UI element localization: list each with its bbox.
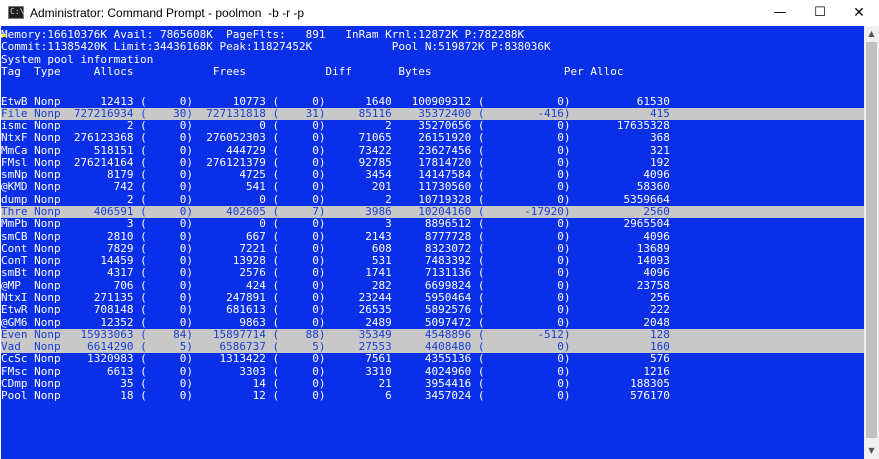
pool-row: smBt Nonp 4317 ( 0) 2576 ( 0) 1741 71311… — [1, 266, 670, 280]
pool-row: MmCa Nonp 518151 ( 0) 444729 ( 0) 73422 … — [1, 143, 670, 157]
pool-row: EtwR Nonp 708148 ( 0) 681613 ( 0) 26535 … — [1, 303, 670, 317]
console-header-line: System pool information — [1, 52, 154, 66]
window-title: Administrator: Command Prompt - poolmon … — [30, 6, 305, 20]
command-prompt-icon-label: C:\ — [10, 7, 25, 16]
pool-row: ConT Nonp 14459 ( 0) 13928 ( 0) 531 7483… — [1, 254, 670, 268]
command-prompt-window: C:\ Administrator: Command Prompt - pool… — [0, 0, 879, 459]
scroll-up-button[interactable]: ▲ — [864, 28, 879, 40]
pool-row-highlighted: Vad Nonp 6614290 ( 5) 6586737 ( 5) 27553… — [1, 341, 864, 354]
pool-row-highlighted: Thre Nonp 406591 ( 0) 402605 ( 7) 3986 1… — [1, 206, 864, 219]
scroll-thumb[interactable] — [866, 42, 877, 438]
pool-row: smCB Nonp 2810 ( 0) 667 ( 0) 2143 877772… — [1, 229, 670, 243]
pool-row: EtwB Nonp 12413 ( 0) 10773 ( 0) 1640 100… — [1, 94, 670, 108]
pool-row: Pool Nonp 18 ( 0) 12 ( 0) 6 3457024 ( 0)… — [1, 389, 670, 403]
close-button[interactable]: ✕ — [839, 0, 879, 26]
pool-row: ismc Nonp 2 ( 0) 0 ( 0) 2 35270656 ( 0) … — [1, 119, 670, 133]
pool-row: NtxF Nonp 276123368 ( 0) 276052303 ( 0) … — [1, 131, 670, 145]
console-output[interactable]: Memory:16610376K Avail: 7865608K PageFlt… — [1, 26, 864, 459]
pool-row: smNp Nonp 8179 ( 0) 4725 ( 0) 3454 14147… — [1, 168, 670, 182]
command-prompt-icon[interactable]: C:\ — [8, 6, 24, 19]
pool-row: NtxI Nonp 271135 ( 0) 247891 ( 0) 23244 … — [1, 290, 670, 304]
pool-row: CDmp Nonp 35 ( 0) 14 ( 0) 21 3954416 ( 0… — [1, 376, 670, 390]
pool-row: FMsl Nonp 276214164 ( 0) 276121379 ( 0) … — [1, 155, 670, 169]
console-header-line: Tag Type Allocs Frees Diff Bytes Per All… — [1, 64, 624, 78]
pool-row: dump Nonp 2 ( 0) 0 ( 0) 2 10719328 ( 0) … — [1, 192, 670, 206]
pool-row: @KMD Nonp 742 ( 0) 541 ( 0) 201 11730560… — [1, 180, 670, 194]
console-header-line: Memory:16610376K Avail: 7865608K PageFlt… — [1, 28, 525, 41]
pool-row: @GM6 Nonp 12352 ( 0) 9863 ( 0) 2489 5097… — [1, 315, 670, 329]
pool-row: MmPb Nonp 3 ( 0) 0 ( 0) 3 8896512 ( 0) 2… — [1, 217, 670, 231]
pool-row: @MP Nonp 706 ( 0) 424 ( 0) 282 6699824 (… — [1, 278, 670, 292]
pool-row-highlighted: Even Nonp 15933063 ( 84) 15897714 ( 88) … — [1, 328, 864, 341]
pool-row: Cont Nonp 7829 ( 0) 7221 ( 0) 608 832307… — [1, 241, 670, 255]
pool-row-highlighted: File Nonp 727216934 ( 30) 727131818 ( 31… — [1, 107, 864, 120]
maximize-button[interactable]: ☐ — [800, 0, 840, 26]
pool-row: FMsc Nonp 6613 ( 0) 3303 ( 0) 3310 40249… — [1, 364, 670, 378]
minimize-button[interactable]: — — [760, 0, 800, 26]
console-header-line: Commit:11385420K Limit:34436168K Peak:11… — [1, 40, 551, 54]
pool-row: CcSc Nonp 1320983 ( 0) 1313422 ( 0) 7561… — [1, 352, 670, 366]
title-bar[interactable]: C:\ Administrator: Command Prompt - pool… — [0, 0, 879, 26]
scroll-down-button[interactable]: ▼ — [864, 445, 879, 457]
